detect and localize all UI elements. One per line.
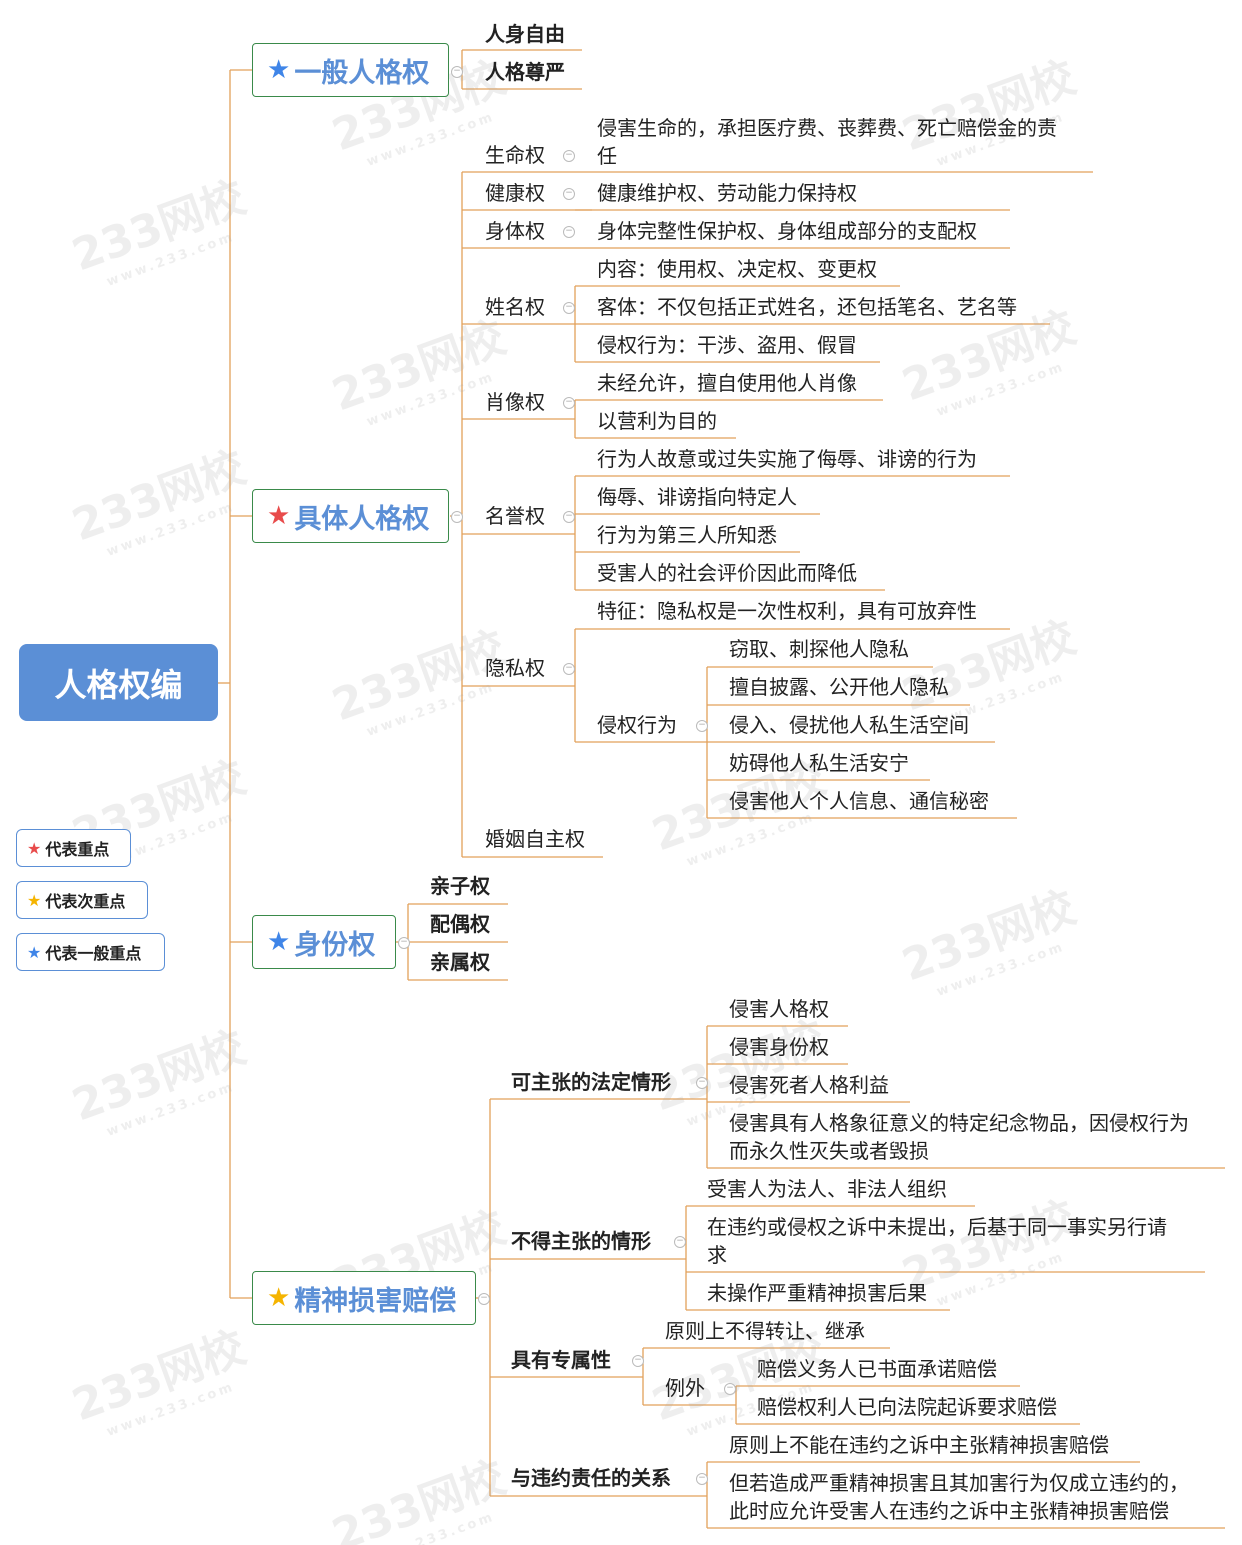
leaf-cannot-3[interactable]: 未操作严重精神损害后果: [707, 1279, 927, 1307]
leaf-reputation-3[interactable]: 行为为第三人所知悉: [597, 521, 777, 549]
branch-mental-damage[interactable]: ★ 精神损害赔偿: [252, 1271, 476, 1325]
node-privacy-infringe[interactable]: 侵权行为: [597, 711, 677, 739]
leaf-parent-child[interactable]: 亲子权: [430, 872, 490, 900]
leaf-exception-2[interactable]: 赔偿权利人已向法院起诉要求赔偿: [757, 1393, 1057, 1421]
leaf-contract-1[interactable]: 原则上不能在违约之诉中主张精神损害赔偿: [729, 1431, 1109, 1459]
star-icon: ★: [27, 838, 42, 858]
leaf-privacy-infringe-4[interactable]: 妨碍他人私生活安宁: [729, 749, 909, 777]
legend-item-general: ★ 代表一般重点: [16, 933, 165, 971]
leaf-legal-4-line1[interactable]: 侵害具有人格象征意义的特定纪念物品，因侵权行为: [729, 1109, 1189, 1137]
leaf-name-content[interactable]: 内容：使用权、决定权、变更权: [597, 255, 877, 283]
branch-specific-personality[interactable]: ★ 具体人格权: [252, 489, 449, 543]
leaf-name-infringe[interactable]: 侵权行为：干涉、盗用、假冒: [597, 331, 857, 359]
star-icon: ★: [267, 927, 291, 957]
collapse-icon[interactable]: −: [632, 1355, 644, 1367]
node-exclusive[interactable]: 具有专属性: [511, 1346, 611, 1374]
leaf-life-line1[interactable]: 侵害生命的，承担医疗费、丧葬费、死亡赔偿金的责: [597, 114, 1057, 142]
collapse-icon[interactable]: −: [451, 511, 463, 523]
collapse-icon[interactable]: −: [563, 302, 575, 314]
collapse-icon[interactable]: −: [563, 150, 575, 162]
collapse-icon[interactable]: −: [563, 226, 575, 238]
leaf-cannot-2-line2[interactable]: 求: [707, 1241, 727, 1269]
leaf-name-object[interactable]: 客体：不仅包括正式姓名，还包括笔名、艺名等: [597, 293, 1017, 321]
node-privacy-right[interactable]: 隐私权: [485, 654, 545, 682]
leaf-reputation-2[interactable]: 侮辱、诽谤指向特定人: [597, 483, 797, 511]
node-legal-situations[interactable]: 可主张的法定情形: [511, 1068, 671, 1096]
leaf-health-text[interactable]: 健康维护权、劳动能力保持权: [597, 179, 857, 207]
legend-label: 代表一般重点: [45, 944, 142, 963]
leaf-spouse[interactable]: 配偶权: [430, 910, 490, 938]
collapse-icon[interactable]: −: [696, 1077, 708, 1089]
leaf-life-line2[interactable]: 任: [597, 142, 617, 170]
root-node[interactable]: 人格权编: [19, 644, 218, 721]
leaf-legal-3[interactable]: 侵害死者人格利益: [729, 1071, 889, 1099]
node-cannot-claim[interactable]: 不得主张的情形: [511, 1227, 651, 1255]
leaf-legal-1[interactable]: 侵害人格权: [729, 995, 829, 1023]
leaf-legal-4-line2[interactable]: 而永久性灭失或者毁损: [729, 1137, 929, 1165]
node-reputation-right[interactable]: 名誉权: [485, 502, 545, 530]
leaf-exclusive-principle[interactable]: 原则上不得转让、继承: [665, 1317, 865, 1345]
collapse-icon[interactable]: −: [563, 511, 575, 523]
leaf-personal-freedom[interactable]: 人身自由: [485, 20, 565, 48]
node-exclusive-exception[interactable]: 例外: [665, 1374, 705, 1402]
branch-label: 精神损害赔偿: [294, 1285, 457, 1317]
collapse-icon[interactable]: −: [696, 720, 708, 732]
legend-label: 代表重点: [45, 840, 110, 859]
leaf-body-text[interactable]: 身体完整性保护权、身体组成部分的支配权: [597, 217, 977, 245]
leaf-contract-2-line1[interactable]: 但若造成严重精神损害且其加害行为仅成立违约的，: [729, 1469, 1189, 1497]
leaf-legal-2[interactable]: 侵害身份权: [729, 1033, 829, 1061]
branch-label: 具体人格权: [294, 503, 430, 535]
star-icon: ★: [267, 1283, 291, 1313]
branch-label: 一般人格权: [294, 57, 430, 89]
star-icon: ★: [267, 501, 291, 531]
node-portrait-right[interactable]: 肖像权: [485, 388, 545, 416]
collapse-icon[interactable]: −: [398, 937, 410, 949]
branch-general-personality[interactable]: ★ 一般人格权: [252, 43, 449, 97]
node-name-right[interactable]: 姓名权: [485, 293, 545, 321]
node-life-right[interactable]: 生命权: [485, 141, 545, 169]
leaf-personal-dignity[interactable]: 人格尊严: [485, 58, 565, 86]
collapse-icon[interactable]: −: [696, 1473, 708, 1485]
leaf-privacy-feature[interactable]: 特征：隐私权是一次性权利，具有可放弃性: [597, 597, 977, 625]
leaf-cannot-1[interactable]: 受害人为法人、非法人组织: [707, 1175, 947, 1203]
leaf-cannot-2-line1[interactable]: 在违约或侵权之诉中未提出，后基于同一事实另行请: [707, 1213, 1167, 1241]
collapse-icon[interactable]: −: [563, 188, 575, 200]
leaf-exception-1[interactable]: 赔偿义务人已书面承诺赔偿: [757, 1355, 997, 1383]
node-marriage-right[interactable]: 婚姻自主权: [485, 825, 585, 853]
legend-label: 代表次重点: [45, 892, 126, 911]
node-contract-relation[interactable]: 与违约责任的关系: [511, 1464, 671, 1492]
leaf-portrait-1[interactable]: 未经允许，擅自使用他人肖像: [597, 369, 857, 397]
collapse-icon[interactable]: −: [563, 663, 575, 675]
collapse-icon[interactable]: −: [478, 1293, 490, 1305]
leaf-reputation-4[interactable]: 受害人的社会评价因此而降低: [597, 559, 857, 587]
collapse-icon[interactable]: −: [674, 1236, 686, 1248]
legend-item-key: ★ 代表重点: [16, 829, 131, 867]
leaf-privacy-infringe-2[interactable]: 擅自披露、公开他人隐私: [729, 673, 949, 701]
leaf-contract-2-line2[interactable]: 此时应允许受害人在违约之诉中主张精神损害赔偿: [729, 1497, 1169, 1525]
star-icon: ★: [27, 890, 42, 910]
star-icon: ★: [267, 55, 291, 85]
collapse-icon[interactable]: −: [724, 1383, 736, 1395]
legend-item-secondary: ★ 代表次重点: [16, 881, 148, 919]
leaf-privacy-infringe-3[interactable]: 侵入、侵扰他人私生活空间: [729, 711, 969, 739]
leaf-reputation-1[interactable]: 行为人故意或过失实施了侮辱、诽谤的行为: [597, 445, 977, 473]
star-icon: ★: [27, 942, 42, 962]
leaf-relative[interactable]: 亲属权: [430, 948, 490, 976]
branch-label: 身份权: [294, 929, 376, 961]
collapse-icon[interactable]: −: [563, 397, 575, 409]
leaf-portrait-2[interactable]: 以营利为目的: [597, 407, 717, 435]
leaf-privacy-infringe-1[interactable]: 窃取、刺探他人隐私: [729, 635, 909, 663]
branch-identity[interactable]: ★ 身份权: [252, 915, 396, 969]
collapse-icon[interactable]: −: [451, 66, 463, 78]
leaf-privacy-infringe-5[interactable]: 侵害他人个人信息、通信秘密: [729, 787, 989, 815]
node-health-right[interactable]: 健康权: [485, 179, 545, 207]
node-body-right[interactable]: 身体权: [485, 217, 545, 245]
mindmap-canvas: 233网校 www.233.com 233网校 www.233.com 233网校 w…: [0, 0, 1242, 1545]
